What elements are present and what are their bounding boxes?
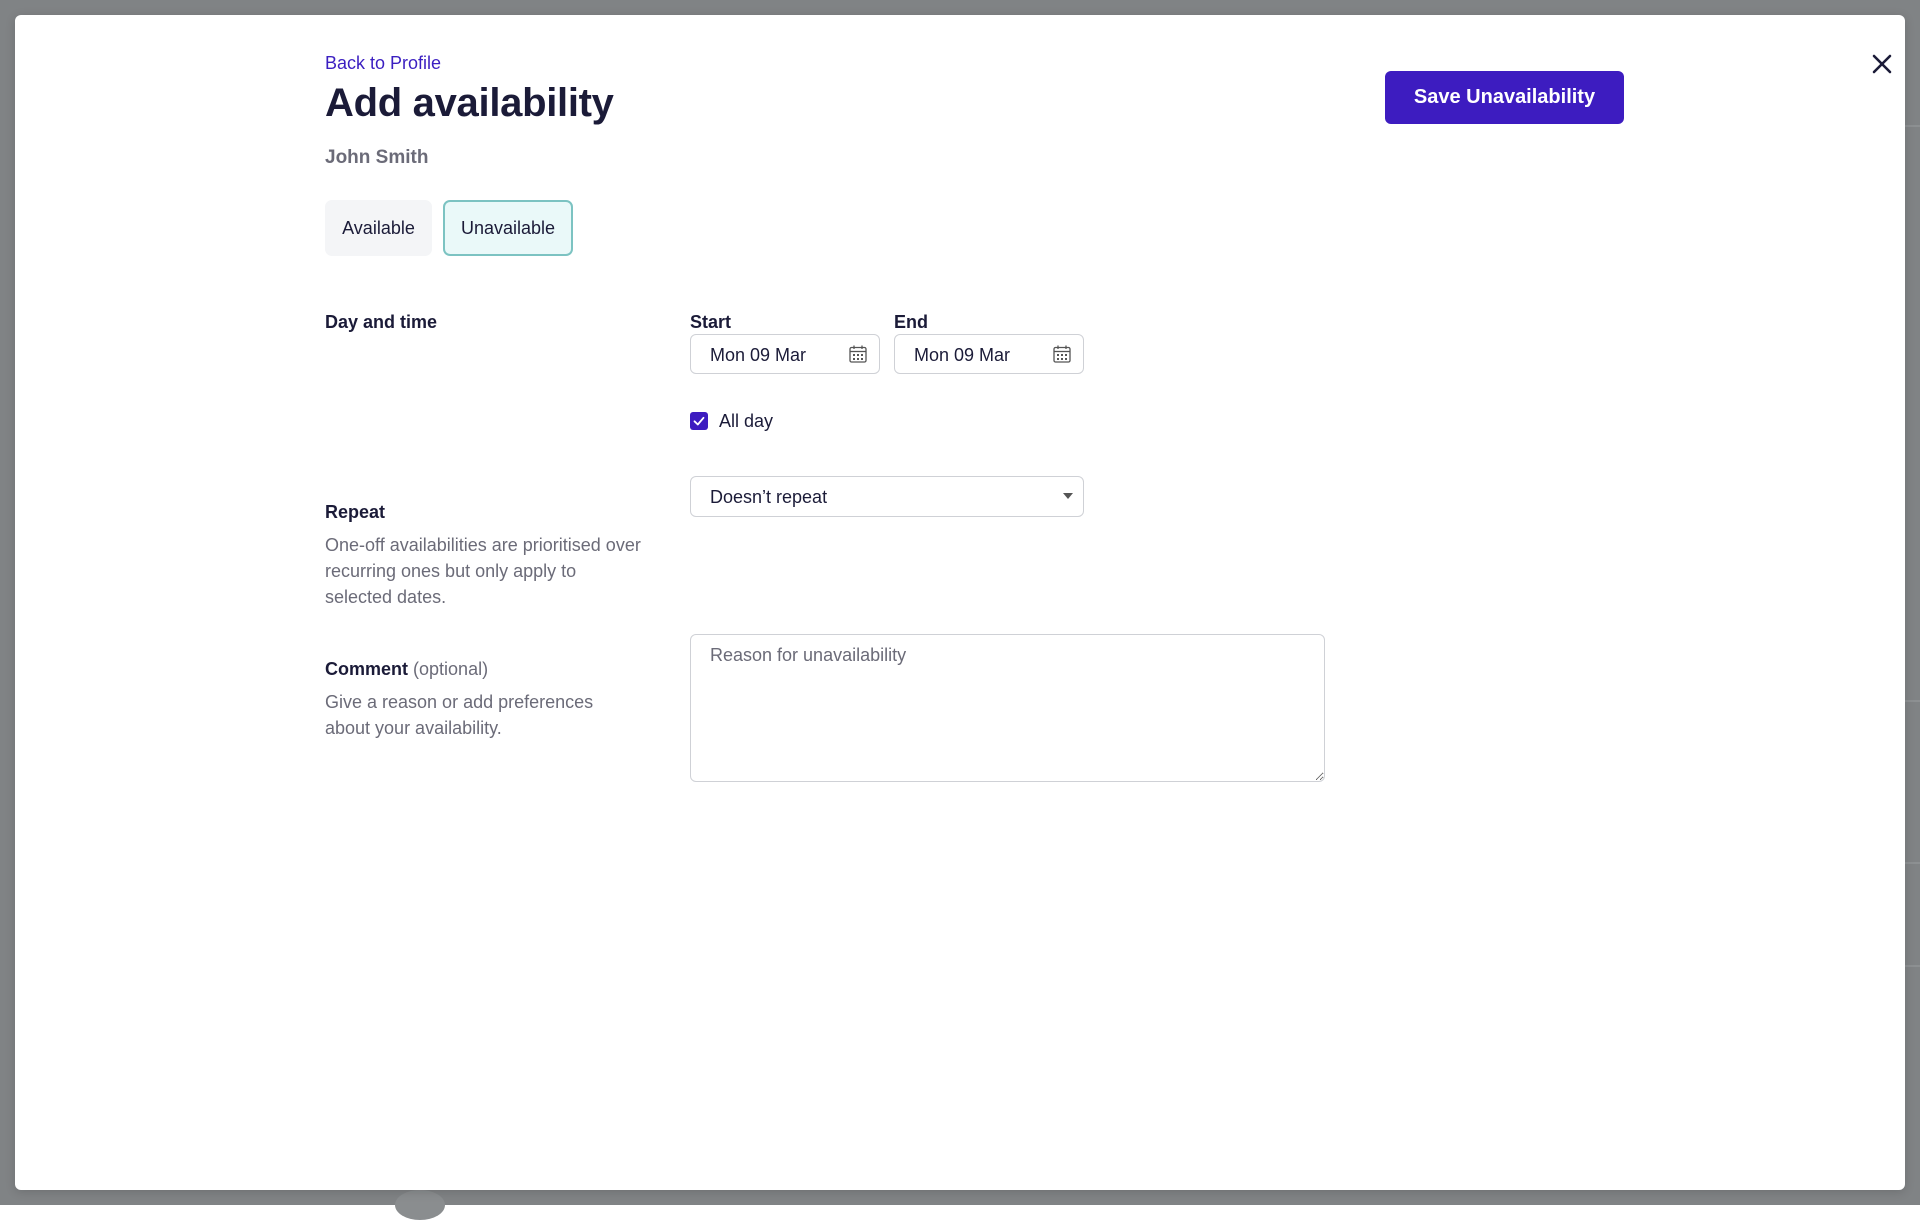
repeat-help-text: One-off availabilities are prioritised o… xyxy=(325,535,641,607)
comment-textarea[interactable] xyxy=(690,634,1325,782)
start-date-input[interactable]: Mon 09 Mar xyxy=(690,334,880,374)
end-label: End xyxy=(894,312,928,332)
background-divider xyxy=(1905,125,1920,127)
repeat-label: Repeat xyxy=(325,502,386,522)
comment-label-text: Comment xyxy=(325,659,409,679)
back-to-profile-link[interactable]: Back to Profile xyxy=(325,53,441,74)
person-name: John Smith xyxy=(325,147,429,168)
end-date-input[interactable]: Mon 09 Mar xyxy=(894,334,1084,374)
day-and-time-label: Day and time xyxy=(325,312,438,332)
unavailable-toggle[interactable]: Unavailable xyxy=(443,200,573,256)
repeat-select[interactable]: Doesn’t repeat xyxy=(690,476,1084,517)
comment-label: Comment (optional) xyxy=(325,659,488,680)
repeat-selected-value: Doesn’t repeat xyxy=(710,487,828,507)
background-divider xyxy=(1905,965,1920,967)
background-divider xyxy=(1905,700,1920,702)
save-unavailability-button[interactable]: Save Unavailability xyxy=(1385,71,1624,124)
start-date-value: Mon 09 Mar xyxy=(710,345,807,365)
page-title: Add availability xyxy=(325,81,614,125)
available-toggle[interactable]: Available xyxy=(325,200,432,256)
all-day-checkbox[interactable] xyxy=(690,412,708,430)
chevron-down-icon xyxy=(1063,493,1073,499)
calendar-icon xyxy=(849,345,867,363)
close-button[interactable] xyxy=(1867,49,1897,79)
checkmark-icon xyxy=(693,416,705,426)
close-icon xyxy=(1872,54,1892,74)
calendar-icon xyxy=(1053,345,1071,363)
background-avatar xyxy=(395,1190,445,1220)
comment-optional-text: (optional) xyxy=(413,659,489,679)
end-date-value: Mon 09 Mar xyxy=(914,345,1011,365)
add-availability-modal: Back to Profile Add availability John Sm… xyxy=(15,15,1905,1190)
start-label: Start xyxy=(690,312,732,332)
background-divider xyxy=(1905,862,1920,864)
comment-help-text: Give a reason or add preferences about y… xyxy=(325,692,594,738)
all-day-label: All day xyxy=(719,411,774,431)
form-content: Back to Profile Add availability John Sm… xyxy=(310,15,1630,1015)
